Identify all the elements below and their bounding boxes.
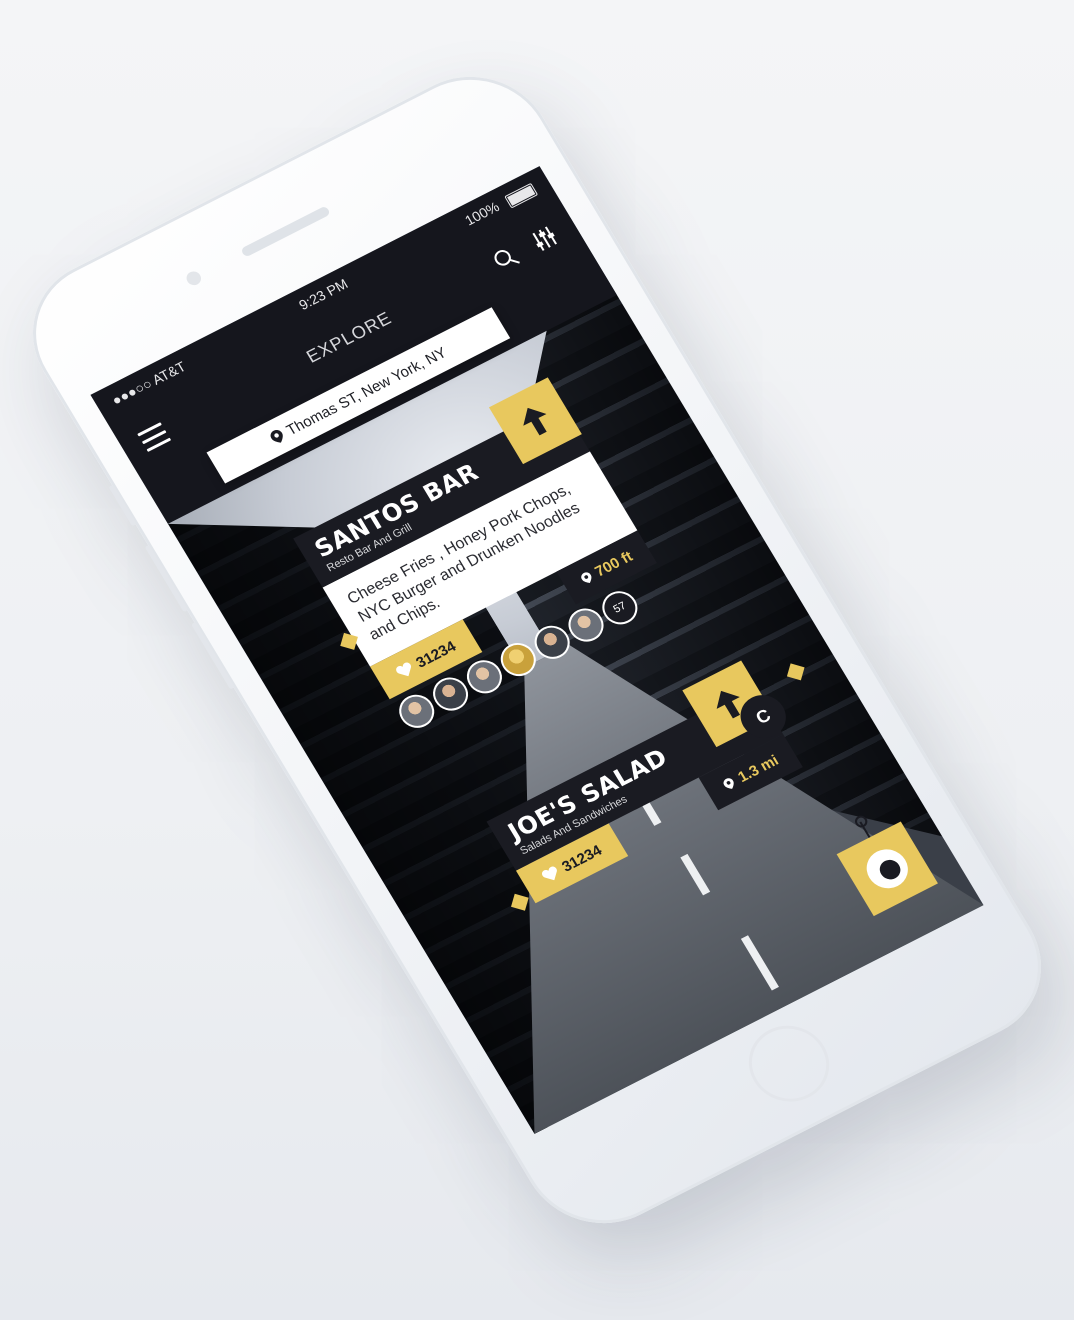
phone-volume-up bbox=[144, 544, 189, 613]
filter-icon[interactable] bbox=[526, 222, 563, 256]
menu-icon[interactable] bbox=[137, 422, 172, 453]
page-title: EXPLORE bbox=[302, 307, 396, 367]
heart-icon bbox=[396, 662, 412, 677]
home-button[interactable] bbox=[734, 1012, 844, 1115]
heart-icon bbox=[541, 866, 557, 881]
search-icon[interactable] bbox=[487, 242, 524, 276]
battery-percent: 100% bbox=[461, 198, 503, 229]
phone-side-button bbox=[108, 484, 137, 527]
phone-speaker bbox=[240, 205, 331, 258]
camera-eye-icon bbox=[859, 842, 916, 896]
pin-icon bbox=[581, 572, 592, 584]
app-screen: ●●●○○ AT&T 9:23 PM 100% EXPLORE Thomas S… bbox=[90, 166, 984, 1134]
pin-icon bbox=[270, 430, 283, 443]
pin-icon bbox=[723, 777, 734, 789]
distance-text: 700 ft bbox=[592, 547, 636, 581]
arrow-up-icon bbox=[523, 407, 547, 436]
phone-device: ●●●○○ AT&T 9:23 PM 100% EXPLORE Thomas S… bbox=[3, 50, 1071, 1250]
likes-count: 31234 bbox=[558, 841, 605, 876]
battery-icon bbox=[504, 182, 539, 209]
likes-count: 31234 bbox=[413, 637, 460, 672]
clock: 9:23 PM bbox=[295, 275, 351, 313]
distance-text: 1.3 mi bbox=[734, 751, 782, 786]
phone-front-camera bbox=[183, 269, 204, 288]
phone-body: ●●●○○ AT&T 9:23 PM 100% EXPLORE Thomas S… bbox=[3, 50, 1071, 1250]
phone-volume-down bbox=[191, 621, 235, 690]
carrier-label: ●●●○○ AT&T bbox=[108, 358, 189, 409]
